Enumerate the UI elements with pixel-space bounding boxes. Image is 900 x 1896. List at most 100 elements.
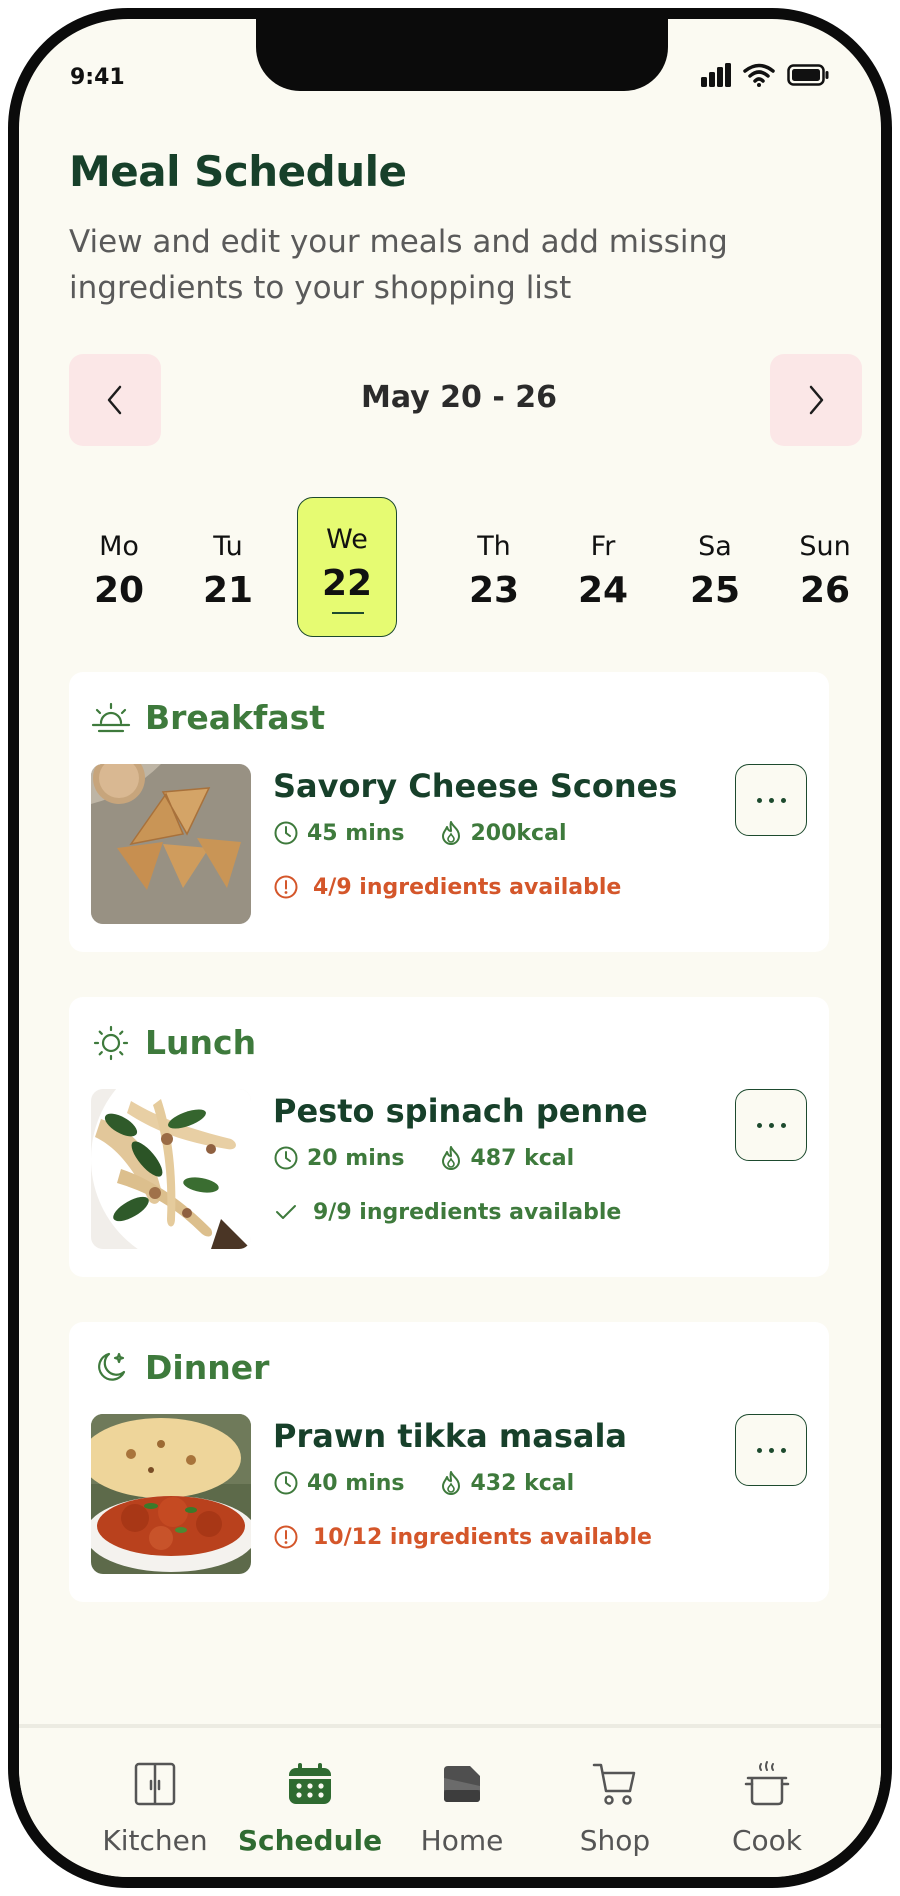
day-date: 21	[202, 570, 254, 611]
tab-cook[interactable]: Cook	[692, 1758, 842, 1857]
availability-text: 9/9 ingredients available	[313, 1199, 622, 1225]
tab-label: Shop	[579, 1824, 651, 1857]
day-date: 24	[577, 570, 629, 611]
sun-icon	[93, 1025, 129, 1060]
day-name: Mo	[99, 531, 139, 562]
bottom-tab-bar: Kitchen Schedule Home Shop Cook	[19, 1724, 881, 1877]
meal-type-label: Dinner	[145, 1348, 270, 1387]
page-title: Meal Schedule	[69, 147, 407, 196]
info-icon	[274, 875, 298, 899]
day-name: Tu	[213, 531, 243, 562]
home-icon	[444, 1766, 480, 1802]
recipe-image[interactable]	[91, 1089, 251, 1249]
day-saturday[interactable]: Sa 25	[665, 497, 765, 637]
day-tuesday[interactable]: Tu 21	[178, 497, 278, 637]
calories: 432 kcal	[470, 1470, 575, 1496]
week-selector: May 20 - 26	[69, 354, 862, 446]
status-time: 9:41	[70, 65, 125, 90]
day-sunday[interactable]: Sun 26	[775, 497, 875, 637]
availability-text: 4/9 ingredients available	[313, 874, 622, 900]
ellipsis-icon	[756, 1122, 762, 1128]
day-date: 25	[689, 570, 741, 611]
day-date: 26	[799, 570, 851, 611]
notch	[256, 19, 668, 91]
recipe-title[interactable]: Savory Cheese Scones	[273, 767, 677, 805]
tab-label: Kitchen	[102, 1824, 208, 1857]
phone-frame: 9:41 Meal Schedule View and edit your me…	[8, 8, 892, 1888]
ellipsis-icon	[756, 1447, 762, 1453]
availability-text: 10/12 ingredients available	[313, 1524, 652, 1550]
flame-icon	[441, 821, 460, 845]
cook-time: 45 mins	[307, 820, 405, 846]
tab-label: Schedule	[237, 1824, 383, 1857]
tab-schedule[interactable]: Schedule	[235, 1758, 385, 1857]
clock-icon	[274, 1146, 298, 1170]
tab-label: Home	[420, 1824, 504, 1857]
moon-stars-icon	[98, 1352, 126, 1381]
meal-type-label: Breakfast	[145, 698, 326, 737]
meal-card-dinner[interactable]: Dinner Prawn tikka masala 40 mins 432 kc…	[69, 1322, 829, 1602]
recipe-title[interactable]: Prawn tikka masala	[273, 1417, 627, 1455]
chevron-right-icon	[809, 385, 824, 415]
day-wednesday[interactable]: We 22	[297, 497, 397, 637]
recipe-title[interactable]: Pesto spinach penne	[273, 1092, 648, 1130]
recipe-image[interactable]	[91, 1414, 251, 1574]
calendar-icon	[289, 1763, 331, 1804]
tab-kitchen[interactable]: Kitchen	[80, 1758, 230, 1857]
ingredient-availability[interactable]: 9/9 ingredients available	[273, 1199, 621, 1225]
day-thursday[interactable]: Th 23	[444, 497, 544, 637]
flame-icon	[441, 1146, 460, 1170]
cart-icon	[592, 1763, 636, 1805]
more-options-button[interactable]	[735, 764, 807, 836]
page-subtitle: View and edit your meals and add missing…	[69, 224, 728, 306]
tab-shop[interactable]: Shop	[540, 1758, 690, 1857]
recipe-meta: 45 mins 200kcal	[273, 820, 566, 846]
meal-header: Lunch	[91, 1023, 256, 1062]
meal-card-lunch[interactable]: Lunch Pesto spinach penne 20 mins 487 kc…	[69, 997, 829, 1277]
tab-home[interactable]: Home	[387, 1758, 537, 1857]
calories: 487 kcal	[470, 1145, 575, 1171]
tab-label: Cook	[731, 1824, 803, 1857]
recipe-meta: 20 mins 487 kcal	[273, 1145, 574, 1171]
day-selector: Mo 20 Tu 21 We 22 Th 23 Fr 24 Sa 25 Sun …	[69, 497, 869, 637]
day-date: 23	[468, 570, 520, 611]
meal-header: Dinner	[91, 1348, 269, 1387]
recipe-meta: 40 mins 432 kcal	[273, 1470, 574, 1496]
day-name: Th	[477, 531, 511, 562]
calories: 200kcal	[470, 820, 567, 846]
recipe-image[interactable]	[91, 764, 251, 924]
status-icons	[701, 63, 829, 87]
day-name: Fr	[590, 531, 616, 562]
selected-day-indicator	[332, 612, 364, 614]
day-name: Sun	[799, 531, 851, 562]
meal-header: Breakfast	[91, 698, 325, 737]
week-range-label: May 20 - 26	[360, 380, 557, 415]
flame-icon	[441, 1471, 460, 1495]
more-options-button[interactable]	[735, 1089, 807, 1161]
ingredient-availability[interactable]: 4/9 ingredients available	[273, 874, 621, 900]
meal-type-label: Lunch	[145, 1023, 257, 1062]
day-name: Sa	[698, 531, 732, 562]
cabinet-icon	[134, 1762, 176, 1806]
checkmark-icon	[276, 1205, 296, 1219]
signal-icon	[701, 63, 731, 87]
clock-icon	[274, 1471, 298, 1495]
cook-time: 40 mins	[307, 1470, 405, 1496]
sunrise-icon	[91, 702, 131, 732]
next-week-button[interactable]	[770, 354, 862, 446]
clock-icon	[274, 821, 298, 845]
day-name: We	[326, 524, 368, 555]
ellipsis-icon	[756, 797, 762, 803]
day-date: 20	[93, 570, 145, 611]
cook-time: 20 mins	[307, 1145, 405, 1171]
more-options-button[interactable]	[735, 1414, 807, 1486]
ingredient-availability[interactable]: 10/12 ingredients available	[273, 1524, 652, 1550]
info-icon	[274, 1525, 298, 1549]
day-date: 22	[321, 563, 373, 604]
meal-card-breakfast[interactable]: Breakfast Savory Cheese Scones 45 mins 2…	[69, 672, 829, 952]
wifi-icon	[743, 63, 775, 87]
pot-icon	[744, 1761, 790, 1806]
day-friday[interactable]: Fr 24	[553, 497, 653, 637]
battery-icon	[787, 64, 829, 86]
day-monday[interactable]: Mo 20	[69, 497, 169, 637]
